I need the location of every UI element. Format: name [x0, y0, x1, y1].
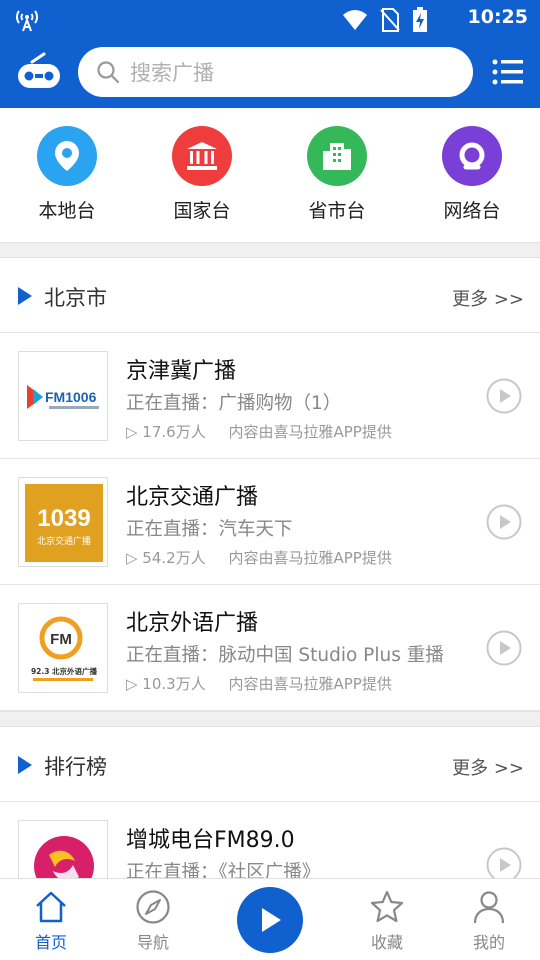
section-title: 北京市 — [44, 286, 107, 310]
live-program: 正在直播：广播购物（1） — [126, 393, 342, 414]
live-program: 正在直播：汽车天下 — [126, 519, 293, 540]
status-bar: 10:25 — [0, 0, 540, 36]
station-item[interactable]: FM 92.3 北京外语广播 北京外语广播 正在直播：脉动中国 Studio P… — [0, 585, 540, 711]
city-building-icon — [307, 126, 367, 186]
logo-text: FM1006 — [45, 389, 97, 405]
logo-text: FM — [50, 631, 72, 648]
logo-subtext: 北京交通广播 — [37, 535, 91, 547]
station-logo: FM1006 — [18, 351, 108, 441]
category-label: 省市台 — [308, 200, 366, 222]
category-national[interactable]: 国家台 — [152, 126, 252, 223]
category-bar: 本地台 国家台 省市台 网络台 — [0, 108, 540, 242]
search-placeholder: 搜索广播 — [130, 61, 214, 85]
listener-count: ▷ 17.6万人 — [126, 423, 206, 441]
play-icon[interactable] — [486, 630, 522, 666]
divider — [0, 711, 540, 727]
live-program: 正在直播：脉动中国 Studio Plus 重播 — [126, 645, 444, 666]
main-play-button[interactable] — [237, 887, 303, 953]
nav-home[interactable]: 首页 — [11, 889, 91, 953]
clock: 10:25 — [467, 6, 528, 28]
listener-count: ▷ 54.2万人 — [126, 549, 206, 567]
bottom-navigation: 首页 导航 收藏 我的 — [0, 878, 540, 960]
nav-favorites[interactable]: 收藏 — [347, 889, 427, 953]
government-building-icon — [172, 126, 232, 186]
logo-subtext: 92.3 北京外语广播 — [31, 666, 98, 676]
person-icon — [473, 891, 505, 924]
more-link[interactable]: 更多 >> — [452, 754, 524, 780]
play-icon[interactable] — [486, 504, 522, 540]
section-arrow-icon — [18, 756, 32, 774]
battery-charging-icon — [413, 7, 427, 32]
app-header: 搜索广播 — [0, 36, 540, 108]
category-local[interactable]: 本地台 — [17, 126, 117, 223]
category-network[interactable]: 网络台 — [422, 126, 522, 223]
nav-profile[interactable]: 我的 — [449, 889, 529, 953]
station-name: 北京外语广播 — [126, 611, 259, 636]
category-label: 本地台 — [38, 200, 96, 222]
station-logo: 1039 北京交通广播 — [18, 477, 108, 567]
compass-icon — [136, 890, 170, 924]
no-sim-icon — [380, 8, 400, 32]
category-provincial[interactable]: 省市台 — [287, 126, 387, 223]
nav-label: 收藏 — [370, 933, 403, 952]
logo-text: 1039 — [37, 505, 90, 532]
content-source: 内容由喜马拉雅APP提供 — [228, 423, 392, 441]
play-icon — [262, 908, 281, 932]
star-icon — [370, 890, 404, 923]
station-meta: ▷ 54.2万人 内容由喜马拉雅APP提供 — [126, 547, 410, 568]
home-icon — [36, 891, 66, 923]
nav-guide[interactable]: 导航 — [113, 889, 193, 953]
network-q-icon — [442, 126, 502, 186]
menu-list-icon[interactable] — [492, 58, 524, 86]
station-name: 增城电台FM89.0 — [126, 828, 295, 853]
wifi-icon — [343, 10, 367, 30]
more-link[interactable]: 更多 >> — [452, 285, 524, 311]
radio-logo-icon[interactable] — [16, 52, 62, 92]
listener-count: ▷ 10.3万人 — [126, 675, 206, 693]
content-source: 内容由喜马拉雅APP提供 — [228, 549, 392, 567]
station-item[interactable]: 1039 北京交通广播 北京交通广播 正在直播：汽车天下 ▷ 54.2万人 内容… — [0, 459, 540, 585]
category-label: 国家台 — [173, 200, 231, 222]
station-meta: ▷ 10.3万人 内容由喜马拉雅APP提供 — [126, 673, 410, 694]
category-label: 网络台 — [443, 200, 501, 222]
play-icon[interactable] — [486, 378, 522, 414]
nav-label: 导航 — [136, 933, 169, 952]
section-header-beijing: 北京市 更多 >> — [0, 258, 540, 333]
station-name: 京津冀广播 — [126, 359, 237, 384]
nav-label: 我的 — [472, 933, 505, 952]
section-title: 排行榜 — [44, 755, 107, 779]
search-bar[interactable]: 搜索广播 — [78, 47, 473, 97]
station-item[interactable]: FM1006 京津冀广播 正在直播：广播购物（1） ▷ 17.6万人 内容由喜马… — [0, 333, 540, 459]
location-pin-icon — [37, 126, 97, 186]
divider — [0, 242, 540, 258]
search-icon — [97, 61, 120, 84]
station-name: 北京交通广播 — [126, 485, 259, 510]
nav-label: 首页 — [34, 933, 67, 952]
station-meta: ▷ 17.6万人 内容由喜马拉雅APP提供 — [126, 421, 410, 442]
section-header-ranking: 排行榜 更多 >> — [0, 727, 540, 802]
section-arrow-icon — [18, 287, 32, 305]
hotspot-signal-icon — [16, 10, 38, 32]
content-source: 内容由喜马拉雅APP提供 — [228, 675, 392, 693]
station-logo: FM 92.3 北京外语广播 — [18, 603, 108, 693]
